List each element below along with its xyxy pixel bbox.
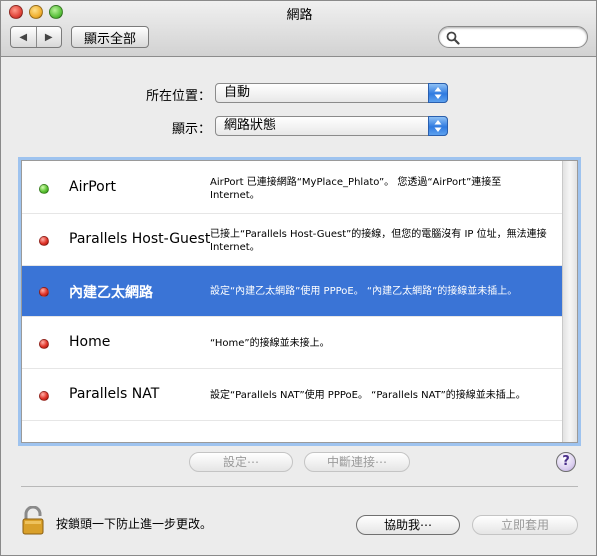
list-item-built-in-ethernet[interactable]: 內建乙太網路 設定“內建乙太網路”使用 PPPoE。 “內建乙太網路”的接線並未… [22, 266, 564, 317]
show-value: 網路狀態 [224, 118, 277, 133]
back-button[interactable]: ◀ [11, 27, 37, 47]
service-name: AirPort [69, 179, 116, 195]
service-status-text: AirPort 已連接網路“MyPlace_Phlato”。 您透過“AirPo… [210, 177, 502, 201]
service-status-text: 設定“Parallels NAT”使用 PPPoE。 “Parallels NA… [210, 390, 526, 401]
assist-me-button[interactable]: 協助我⋯ [356, 515, 460, 535]
status-green-icon [39, 184, 49, 194]
lock-icon[interactable] [21, 506, 45, 536]
show-label: 顯示： [171, 122, 211, 137]
list-item-home[interactable]: Home “Home”的接線並未接上。 [22, 318, 564, 369]
status-red-icon [39, 287, 49, 297]
search-field[interactable] [438, 26, 588, 48]
network-status-list: AirPort AirPort 已連接網路“MyPlace_Phlato”。 您… [21, 160, 578, 443]
service-name: Home [69, 334, 111, 350]
location-value: 自動 [224, 85, 251, 100]
status-red-icon [39, 391, 49, 401]
disconnect-button[interactable]: 中斷連接⋯ [304, 452, 410, 472]
divider [21, 486, 578, 487]
list-item-parallels-nat[interactable]: Parallels NAT 設定“Parallels NAT”使用 PPPoE。… [22, 370, 564, 421]
list-scrollbar[interactable] [562, 161, 577, 442]
service-name: Parallels Host-Guest [69, 231, 211, 247]
search-icon [446, 31, 460, 45]
show-all-button[interactable]: 顯示全部 [71, 26, 149, 48]
status-red-icon [39, 339, 49, 349]
location-popup[interactable]: 自動 [215, 83, 448, 103]
service-status-text: “Home”的接線並未接上。 [210, 338, 330, 349]
forward-button[interactable]: ▶ [37, 27, 62, 47]
service-status-text: 已接上“Parallels Host-Guest”的接線，但您的電腦沒有 IP … [210, 229, 547, 253]
lock-message: 按鎖頭一下防止進一步更改。 [56, 517, 213, 531]
list-item-parallels-host-guest[interactable]: Parallels Host-Guest 已接上“Parallels Host-… [22, 215, 564, 266]
apply-now-button[interactable]: 立即套用 [472, 515, 578, 535]
status-red-icon [39, 236, 49, 246]
show-popup[interactable]: 網路狀態 [215, 116, 448, 136]
popup-arrows-icon [428, 116, 448, 136]
back-forward-control: ◀ ▶ [10, 26, 62, 48]
popup-arrows-icon [428, 83, 448, 103]
help-button[interactable]: ? [556, 452, 576, 472]
location-label: 所在位置： [145, 89, 211, 104]
list-item-airport[interactable]: AirPort AirPort 已連接網路“MyPlace_Phlato”。 您… [22, 163, 564, 214]
title-bar: 網路 ◀ ▶ 顯示全部 [1, 1, 596, 57]
service-name: 內建乙太網路 [69, 285, 153, 301]
service-status-text: 設定“內建乙太網路”使用 PPPoE。 “內建乙太網路”的接線並未插上。 [210, 286, 518, 297]
window-title: 網路 [286, 8, 313, 23]
network-preferences-window: 網路 ◀ ▶ 顯示全部 所在位置： 自動 顯示： 網路狀態 AirPort Ai… [0, 0, 597, 556]
configure-button[interactable]: 設定⋯ [189, 452, 293, 472]
service-name: Parallels NAT [69, 386, 160, 402]
